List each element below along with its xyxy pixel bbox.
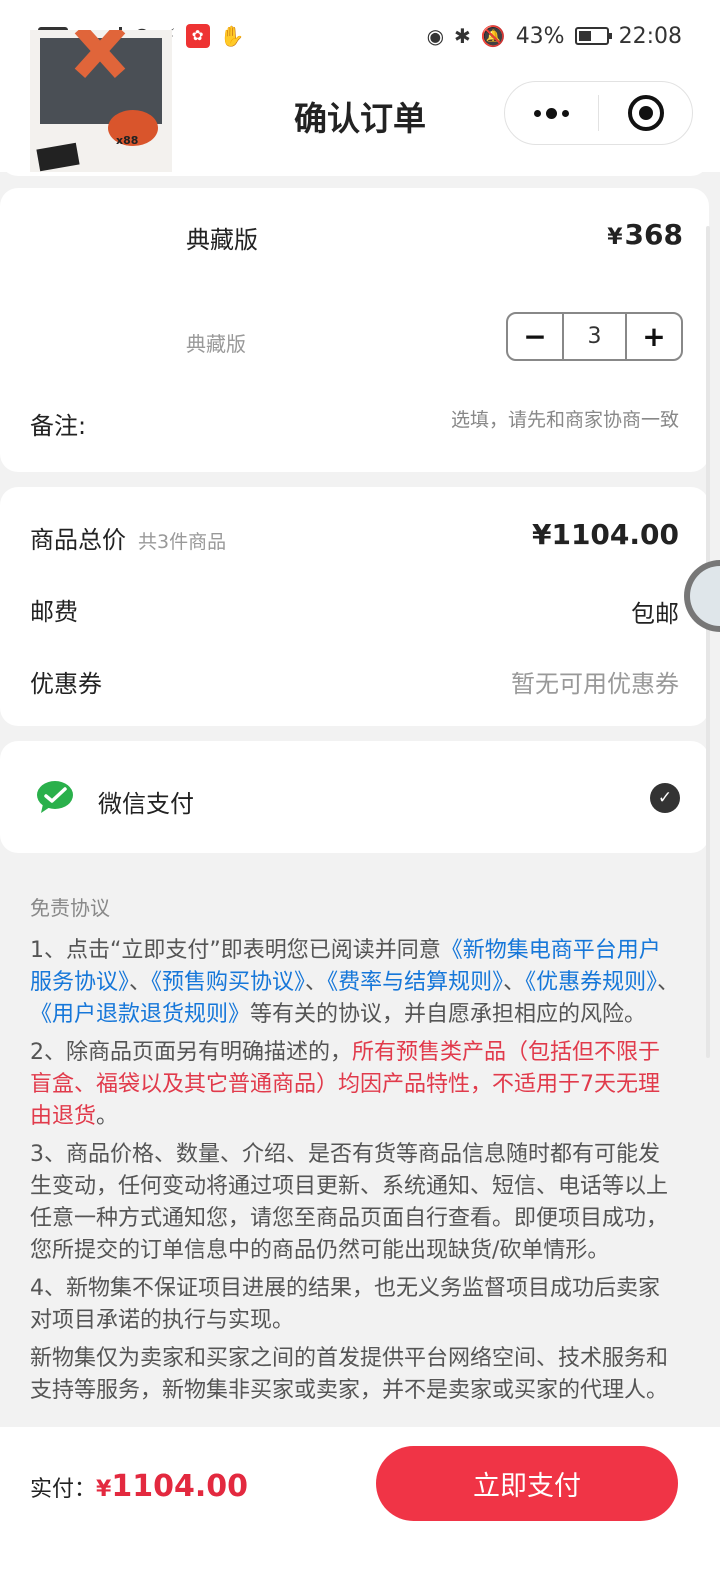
pay-currency: ¥ [96, 1477, 112, 1502]
separator: 、 [503, 970, 526, 995]
more-dots-icon [534, 107, 569, 119]
separator: 、 [305, 970, 328, 995]
increase-button[interactable]: + [627, 314, 681, 359]
separator: 、 [657, 970, 680, 995]
total-price-label: 商品总价 [30, 526, 126, 554]
price-value: 368 [624, 218, 683, 251]
mute-icon: 🔕 [480, 24, 506, 48]
fee-settlement-rules-link[interactable]: 《费率与结算规则》 [327, 970, 503, 995]
product-name: 典藏版 [186, 226, 258, 254]
disclaimer-paragraph-4: 4、新物集不保证项目进展的结果，也无义务监督项目成功后卖家对项目承诺的执行与实现… [30, 1276, 660, 1333]
disclaimer-section: 免责协议 1、点击“立即支付”即表明您已阅读并同意《新物集电商平台用户服务协议》… [30, 892, 680, 1413]
shipping-value: 包邮 [631, 600, 679, 628]
pay-amount-value: 1104.00 [111, 1469, 248, 1504]
clock: 22:08 [618, 23, 682, 49]
presale-agreement-link[interactable]: 《预售购买协议》 [151, 970, 305, 995]
selected-check-icon[interactable]: ✓ [650, 783, 680, 813]
pay-total-amount: ¥1104.00 [96, 1469, 248, 1504]
app-notification-icon: ✿ [185, 24, 210, 48]
item-count: 共3件商品 [138, 531, 227, 553]
battery-icon [574, 27, 612, 45]
coupon-rules-link[interactable]: 《优惠券规则》 [525, 970, 657, 995]
decrease-button[interactable]: − [508, 314, 562, 359]
pay-total-label: 实付： [30, 1477, 97, 1502]
total-price-value: ¥1104.00 [531, 518, 679, 551]
target-icon [627, 95, 664, 131]
quantity-value[interactable]: 3 [562, 314, 627, 359]
disclaimer-text: 2、除商品页面另有明确描述的， [30, 1040, 352, 1065]
pay-total: 实付：¥1104.00 [30, 1469, 248, 1504]
refund-rules-link[interactable]: 《用户退款退货规则》 [30, 1002, 250, 1027]
hand-icon: ✋ [219, 24, 245, 48]
product-thumbnail[interactable]: x88 [30, 30, 172, 172]
product-price: ¥368 [607, 218, 683, 251]
product-spec: 典藏版 [186, 332, 246, 356]
disclaimer-paragraph-3: 3、商品价格、数量、介绍、是否有货等商品信息随时都有可能发生变动，任何变动将通过… [30, 1142, 669, 1263]
checkout-footer: 实付：¥1104.00 立即支付 [0, 1427, 720, 1592]
coupon-label[interactable]: 优惠券 [30, 664, 102, 699]
battery-percent: 43% [515, 23, 565, 49]
price-currency: ¥ [607, 225, 623, 250]
payment-method-label: 微信支付 [98, 790, 194, 818]
coupon-value[interactable]: 暂无可用优惠券 [511, 664, 679, 699]
quantity-stepper: − 3 + [506, 312, 683, 361]
disclaimer-text: 等有关的协议，并自愿承担相应的风险。 [250, 1002, 647, 1027]
total-price-row: 商品总价 共3件商品 [30, 520, 226, 555]
mini-program-capsule [504, 81, 693, 145]
bluetooth-icon: ✱ [454, 24, 471, 48]
close-mini-program-button[interactable] [599, 95, 692, 131]
disclaimer-text: 1、点击“立即支付”即表明您已阅读并同意 [30, 938, 441, 963]
status-right: ◉ ✱ 🔕 43% 22:08 [427, 24, 682, 49]
remark-label: 备注: [30, 412, 87, 440]
wechat-pay-icon [37, 781, 73, 813]
shipping-label: 邮费 [30, 598, 78, 626]
scrollbar[interactable] [706, 226, 710, 1058]
eye-icon: ◉ [426, 24, 445, 48]
separator: 、 [129, 970, 152, 995]
disclaimer-paragraph-5: 新物集仅为卖家和买家之间的首发提供平台网络空间、技术服务和支持等服务，新物集非买… [30, 1346, 669, 1403]
disclaimer-title: 免责协议 [30, 896, 110, 920]
more-button[interactable] [505, 107, 598, 119]
remark-input[interactable] [359, 409, 679, 431]
thumbnail-label: x88 [116, 134, 139, 147]
pay-now-button[interactable]: 立即支付 [376, 1446, 678, 1521]
disclaimer-text: 。 [96, 1104, 119, 1129]
disclaimer-paragraph-2: 2、除商品页面另有明确描述的，所有预售类产品（包括但不限于盲盒、福袋以及其它普通… [30, 1037, 680, 1133]
disclaimer-paragraph-1: 1、点击“立即支付”即表明您已阅读并同意《新物集电商平台用户服务协议》、《预售购… [30, 935, 680, 1031]
